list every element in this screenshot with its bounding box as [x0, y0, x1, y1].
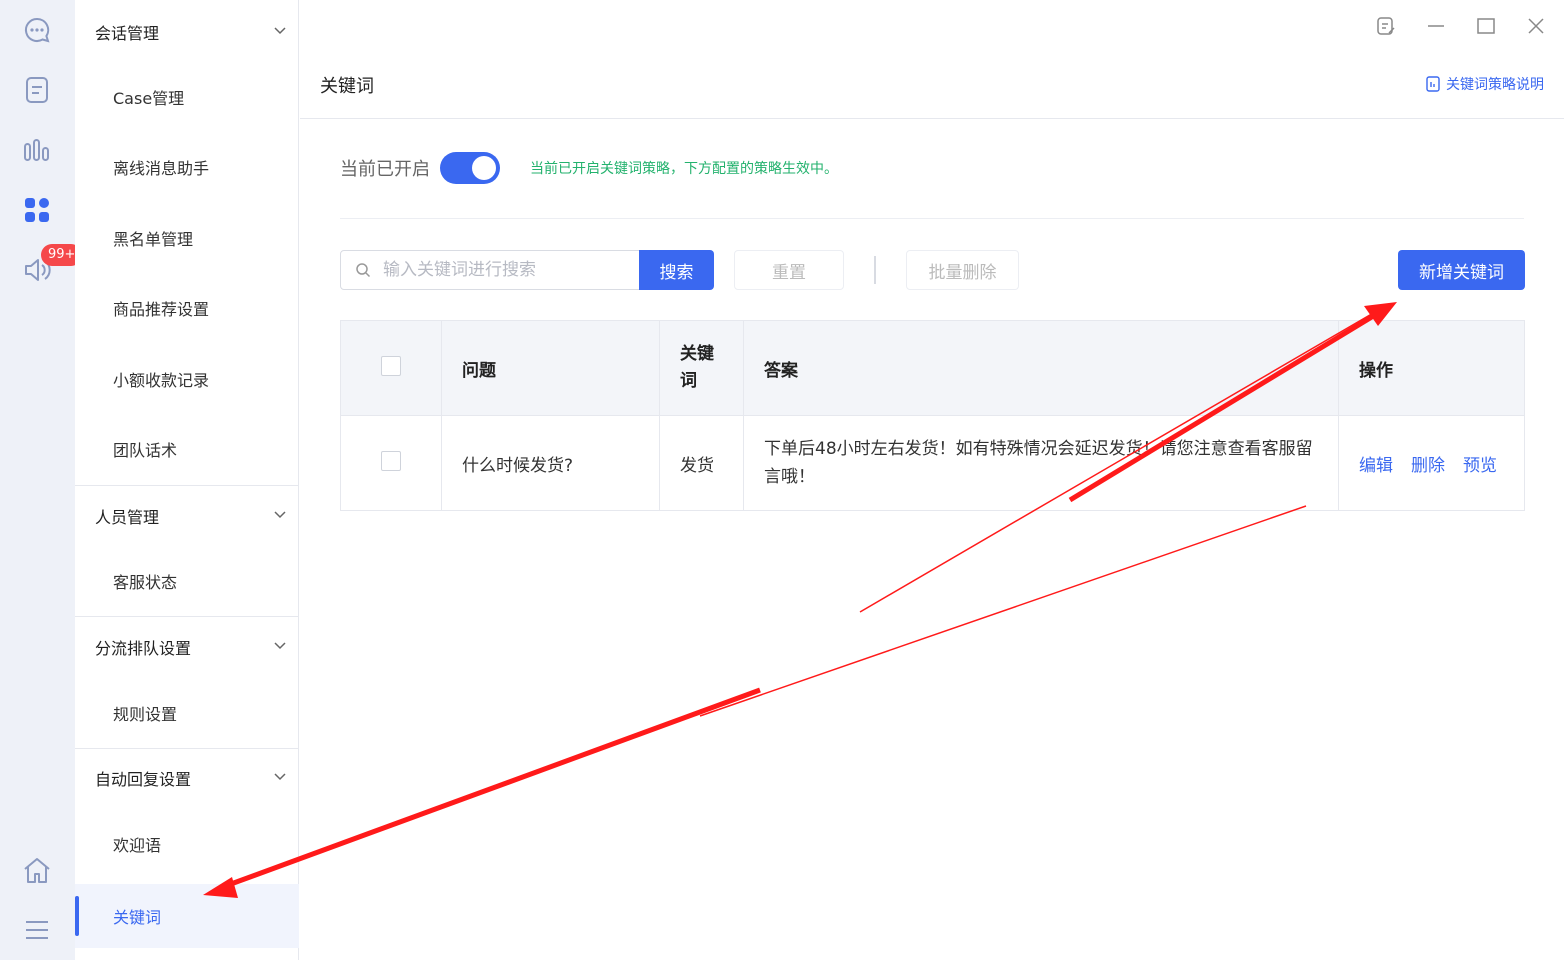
- menu-item-label: 规则设置: [113, 705, 178, 724]
- keyword-table: 问题 关键词 答案 操作 什么时候发货? 发货 下单后48小时左右发货！如有特殊…: [340, 320, 1525, 511]
- menu-item-label: 团队话术: [113, 441, 178, 460]
- help-link-label: 关键词策略说明: [1446, 77, 1544, 93]
- chevron-down-icon: [274, 773, 286, 781]
- toolbar-separator: [874, 256, 876, 284]
- toggle-knob: [472, 156, 496, 180]
- side-menu: 会话管理 Case管理 离线消息助手 黑名单管理 商品推荐设置 小额收款记录 团…: [75, 0, 299, 960]
- header-divider: [300, 118, 1564, 119]
- menu-item-scripts[interactable]: 团队话术: [75, 419, 299, 479]
- search-input[interactable]: [383, 260, 623, 280]
- column-question: 问题: [441, 320, 660, 416]
- page-title: 关键词: [320, 76, 374, 97]
- select-all-cell: [340, 320, 442, 416]
- main-content: 关键词 关键词策略说明 当前已开启 当前已开启关键词策略，下方配置的策略生效中。…: [300, 0, 1564, 960]
- menu-icon[interactable]: [19, 912, 55, 948]
- minimize-icon[interactable]: [1422, 14, 1450, 38]
- chevron-down-icon: [274, 642, 286, 650]
- search-field[interactable]: [340, 250, 640, 290]
- strategy-toggle-row: 当前已开启 当前已开启关键词策略，下方配置的策略生效中。: [340, 152, 838, 184]
- menu-item-label: 商品推荐设置: [113, 300, 210, 319]
- menu-group-label: 人员管理: [95, 508, 160, 527]
- menu-item-keywords[interactable]: 关键词: [75, 884, 299, 948]
- active-indicator: [75, 896, 79, 936]
- row-select-cell: [340, 415, 442, 511]
- select-all-checkbox[interactable]: [381, 355, 401, 376]
- edit-link[interactable]: 编辑: [1359, 451, 1393, 476]
- menu-item-payment[interactable]: 小额收款记录: [75, 349, 299, 409]
- reset-button[interactable]: 重置: [734, 250, 844, 290]
- menu-item-label: 离线消息助手: [113, 159, 210, 178]
- row-question: 什么时候发货?: [441, 415, 660, 511]
- table-row: 什么时候发货? 发货 下单后48小时左右发货！如有特殊情况会延迟发货！请您注意查…: [340, 415, 1525, 511]
- delete-link[interactable]: 删除: [1411, 451, 1445, 476]
- menu-group-queue[interactable]: 分流排队设置: [75, 617, 299, 677]
- menu-item-rules[interactable]: 规则设置: [75, 683, 299, 743]
- section-divider: [340, 218, 1524, 219]
- add-keyword-button[interactable]: 新增关键词: [1398, 250, 1525, 290]
- search-button[interactable]: 搜索: [639, 250, 714, 290]
- chevron-down-icon: [274, 511, 286, 519]
- chevron-down-icon: [274, 27, 286, 35]
- menu-item-label: Case管理: [113, 89, 185, 108]
- stats-icon[interactable]: [19, 132, 55, 168]
- toggle-hint: 当前已开启关键词策略，下方配置的策略生效中。: [530, 161, 838, 177]
- menu-item-recommend[interactable]: 商品推荐设置: [75, 278, 299, 338]
- menu-item-case[interactable]: Case管理: [75, 67, 299, 127]
- menu-item-label: 欢迎语: [113, 836, 162, 855]
- table-header-row: 问题 关键词 答案 操作: [340, 320, 1525, 416]
- window-controls: [1372, 14, 1550, 38]
- search-icon: [356, 263, 371, 278]
- strategy-help-link[interactable]: 关键词策略说明: [1426, 74, 1544, 94]
- column-answer: 答案: [743, 320, 1339, 416]
- feedback-icon[interactable]: [1372, 14, 1400, 38]
- toggle-label: 当前已开启: [340, 159, 430, 180]
- menu-item-label: 黑名单管理: [113, 230, 194, 249]
- menu-item-label: 关键词: [113, 908, 162, 927]
- menu-group-label: 分流排队设置: [95, 639, 192, 658]
- strategy-toggle[interactable]: [440, 152, 500, 184]
- row-keyword: 发货: [659, 415, 744, 511]
- row-answer: 下单后48小时左右发货！如有特殊情况会延迟发货！请您注意查看客服留言哦！: [743, 415, 1339, 511]
- row-checkbox[interactable]: [381, 450, 401, 471]
- batch-delete-button[interactable]: 批量删除: [906, 250, 1019, 290]
- chat-icon[interactable]: [19, 12, 55, 48]
- menu-item-welcome[interactable]: 欢迎语: [75, 814, 299, 874]
- menu-item-offline[interactable]: 离线消息助手: [75, 137, 299, 197]
- menu-item-blacklist[interactable]: 黑名单管理: [75, 208, 299, 268]
- close-icon[interactable]: [1522, 14, 1550, 38]
- menu-group-staff[interactable]: 人员管理: [75, 486, 299, 546]
- menu-group-label: 会话管理: [95, 24, 160, 43]
- menu-group-session[interactable]: 会话管理: [75, 2, 299, 62]
- preview-link[interactable]: 预览: [1463, 451, 1497, 476]
- doc-info-icon: [1426, 76, 1440, 92]
- maximize-icon[interactable]: [1472, 14, 1500, 38]
- menu-item-label: 客服状态: [113, 573, 178, 592]
- column-actions: 操作: [1338, 320, 1525, 416]
- menu-item-agent-status[interactable]: 客服状态: [75, 551, 299, 611]
- row-actions: 编辑 删除 预览: [1338, 415, 1525, 511]
- home-icon[interactable]: [19, 852, 55, 888]
- menu-item-label: 小额收款记录: [113, 371, 210, 390]
- document-icon[interactable]: [19, 72, 55, 108]
- column-keyword: 关键词: [659, 320, 744, 416]
- app-window: 99+ 会话管理 Case管理 离线消息助手 黑名单管理 商品推荐设置 小额收款…: [0, 0, 1564, 960]
- apps-icon[interactable]: [19, 192, 55, 228]
- menu-group-label: 自动回复设置: [95, 770, 192, 789]
- icon-rail: 99+: [0, 0, 83, 960]
- menu-group-auto-reply[interactable]: 自动回复设置: [75, 748, 299, 808]
